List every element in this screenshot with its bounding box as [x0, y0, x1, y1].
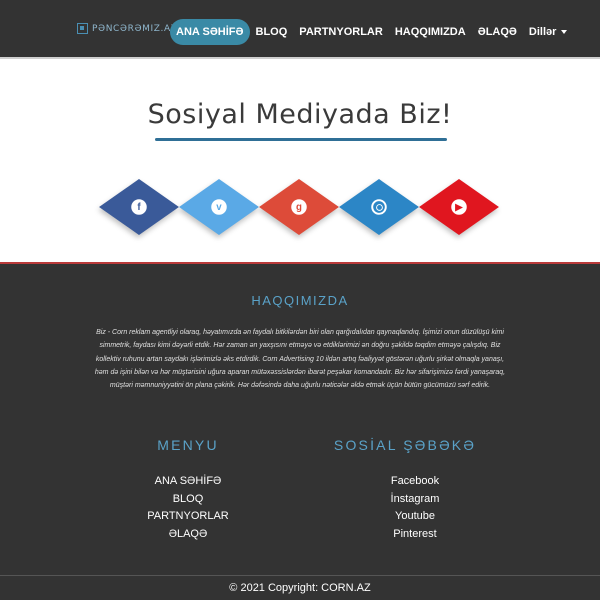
google-plus-icon: g	[291, 199, 307, 215]
nav-item-contact[interactable]: ƏLAQƏ	[472, 20, 523, 44]
about-title: HAQQIMIZDA	[251, 293, 349, 308]
google-plus-button[interactable]: g	[259, 179, 339, 235]
footer-menu-contact[interactable]: ƏLAQƏ	[128, 527, 248, 545]
youtube-button[interactable]: ▶	[419, 179, 499, 235]
site-logo[interactable]: PƏNCƏRƏMIZ.AZ	[77, 23, 178, 34]
main-nav: ANA SƏHİFƏ BLOQ PARTNYORLAR HAQQIMIZDA Ə…	[170, 19, 573, 45]
footer-social-youtube[interactable]: Youtube	[340, 509, 490, 527]
instagram-button[interactable]	[339, 179, 419, 235]
logo-text: PƏNCƏRƏMIZ.AZ	[92, 23, 178, 34]
footer-menu-partners[interactable]: PARTNYORLAR	[128, 509, 248, 527]
footer-social-pinterest[interactable]: Pinterest	[340, 527, 490, 545]
footer-social-instagram[interactable]: İnstagram	[340, 492, 490, 510]
footer: HAQQIMIZDA Biz - Corn reklam agentliyi o…	[0, 264, 600, 574]
about-text: Biz - Corn reklam agentliyi olaraq, həya…	[94, 329, 506, 390]
nav-item-partners[interactable]: PARTNYORLAR	[293, 20, 389, 44]
social-hero: Sosiyal Mediyada Biz! f v g ▶	[0, 57, 600, 264]
footer-social: Facebook İnstagram Youtube Pinterest	[340, 474, 490, 544]
footer-social-facebook[interactable]: Facebook	[340, 474, 490, 492]
instagram-icon	[371, 199, 387, 215]
vimeo-button[interactable]: v	[179, 179, 259, 235]
footer-menu-blog[interactable]: BLOQ	[128, 492, 248, 510]
facebook-icon: f	[131, 199, 147, 215]
hero-underline	[155, 138, 447, 141]
social-title: SOSİAL ŞƏBƏKƏ	[333, 437, 477, 453]
facebook-button[interactable]: f	[99, 179, 179, 235]
nav-item-blog[interactable]: BLOQ	[250, 20, 294, 44]
youtube-icon: ▶	[451, 199, 467, 215]
menu-title: MENYU	[157, 437, 219, 453]
nav-item-about[interactable]: HAQQIMIZDA	[389, 20, 472, 44]
footer-menu-home[interactable]: ANA SƏHİFƏ	[128, 474, 248, 492]
hero-title: Sosiyal Mediyada Biz!	[147, 99, 453, 130]
social-icons: f v g ▶	[99, 171, 500, 235]
footer-menu: ANA SƏHİFƏ BLOQ PARTNYORLAR ƏLAQƏ	[128, 474, 248, 544]
navbar: PƏNCƏRƏMIZ.AZ ANA SƏHİFƏ BLOQ PARTNYORLA…	[0, 0, 600, 57]
vimeo-icon: v	[211, 199, 227, 215]
nav-item-home[interactable]: ANA SƏHİFƏ	[170, 19, 250, 45]
copyright: © 2021 Copyright: CORN.AZ	[0, 575, 600, 600]
logo-icon	[77, 23, 88, 34]
language-dropdown[interactable]: Dillər	[523, 20, 574, 44]
